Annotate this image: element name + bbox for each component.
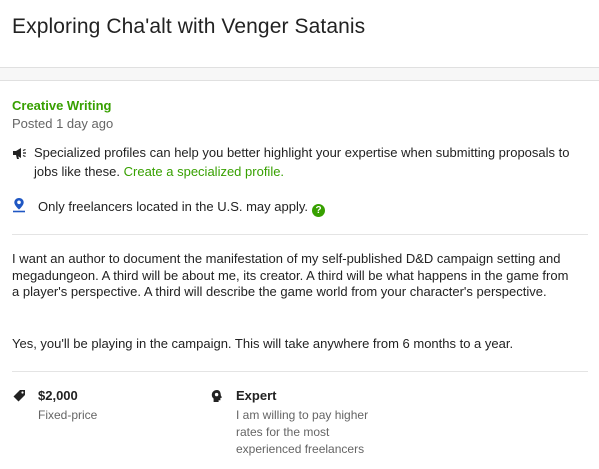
budget-amount: $2,000 (38, 388, 78, 403)
experience-description: I am willing to pay higher rates for the… (236, 408, 369, 456)
section-gap (0, 68, 599, 80)
location-pin-icon (13, 198, 25, 213)
megaphone-icon (13, 148, 26, 159)
job-details-panel: Creative Writing Posted 1 day ago Specia… (0, 80, 599, 469)
notice-text-block: Specialized profiles can help you better… (34, 143, 582, 181)
job-category[interactable]: Creative Writing (12, 98, 111, 113)
experience-level: Expert (236, 388, 277, 403)
job-title: Exploring Cha'alt with Venger Satanis (12, 15, 366, 38)
notice-text: Specialized profiles can help you better… (34, 145, 570, 179)
location-text: Only freelancers located in the U.S. may… (38, 199, 308, 214)
price-tag-icon (13, 390, 25, 402)
expert-head-icon (211, 390, 222, 402)
description-paragraph: I want an author to document the manifes… (12, 251, 569, 299)
posted-time: Posted 1 day ago (12, 116, 114, 131)
location-text-wrap: Only freelancers located in the U.S. may… (38, 198, 325, 217)
create-specialized-profile-link[interactable]: Create a specialized profile. (124, 164, 284, 179)
description-paragraph: Yes, you'll be playing in the campaign. … (12, 336, 514, 351)
help-icon[interactable]: ? (312, 204, 325, 217)
divider (12, 234, 588, 235)
job-header: Exploring Cha'alt with Venger Satanis (0, 0, 599, 68)
budget-type: Fixed-price (38, 408, 98, 422)
divider (12, 371, 588, 372)
